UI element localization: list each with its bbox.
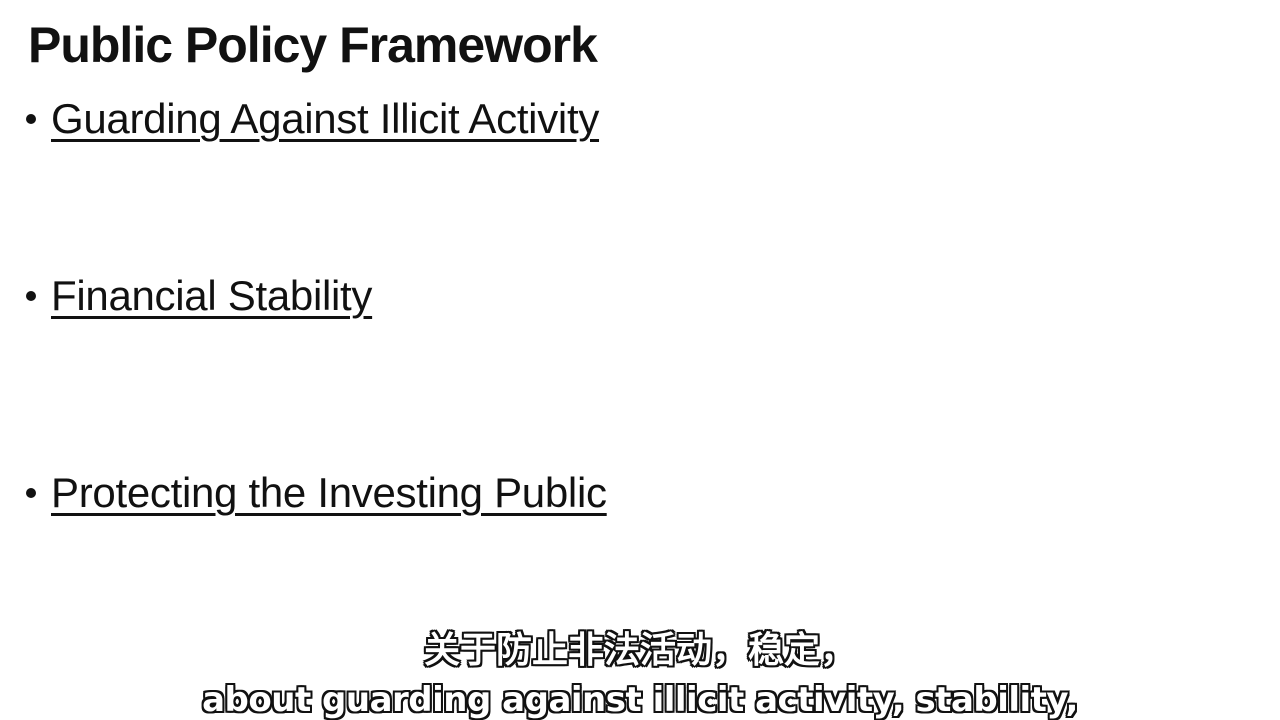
subtitle-english: about guarding against illicit activity,…	[201, 679, 1079, 720]
bullet-link-investing-public[interactable]: Protecting the Investing Public	[51, 469, 607, 517]
bullet-link-financial-stability[interactable]: Financial Stability	[51, 272, 372, 320]
slide: Public Policy Framework Guarding Against…	[0, 0, 1280, 720]
video-subtitles: 关于防止非法活动，稳定， about guarding against illi…	[0, 624, 1280, 720]
bullet-item-financial-stability: Financial Stability	[26, 272, 372, 320]
bullet-icon	[26, 488, 36, 499]
bullet-icon	[26, 291, 36, 302]
subtitle-chinese: 关于防止非法活动，稳定，	[423, 629, 857, 672]
bullet-icon	[26, 114, 36, 125]
slide-title: Public Policy Framework	[28, 17, 598, 73]
bullet-item-illicit-activity: Guarding Against Illicit Activity	[26, 95, 599, 143]
bullet-item-investing-public: Protecting the Investing Public	[26, 469, 607, 517]
bullet-link-illicit-activity[interactable]: Guarding Against Illicit Activity	[51, 95, 599, 143]
